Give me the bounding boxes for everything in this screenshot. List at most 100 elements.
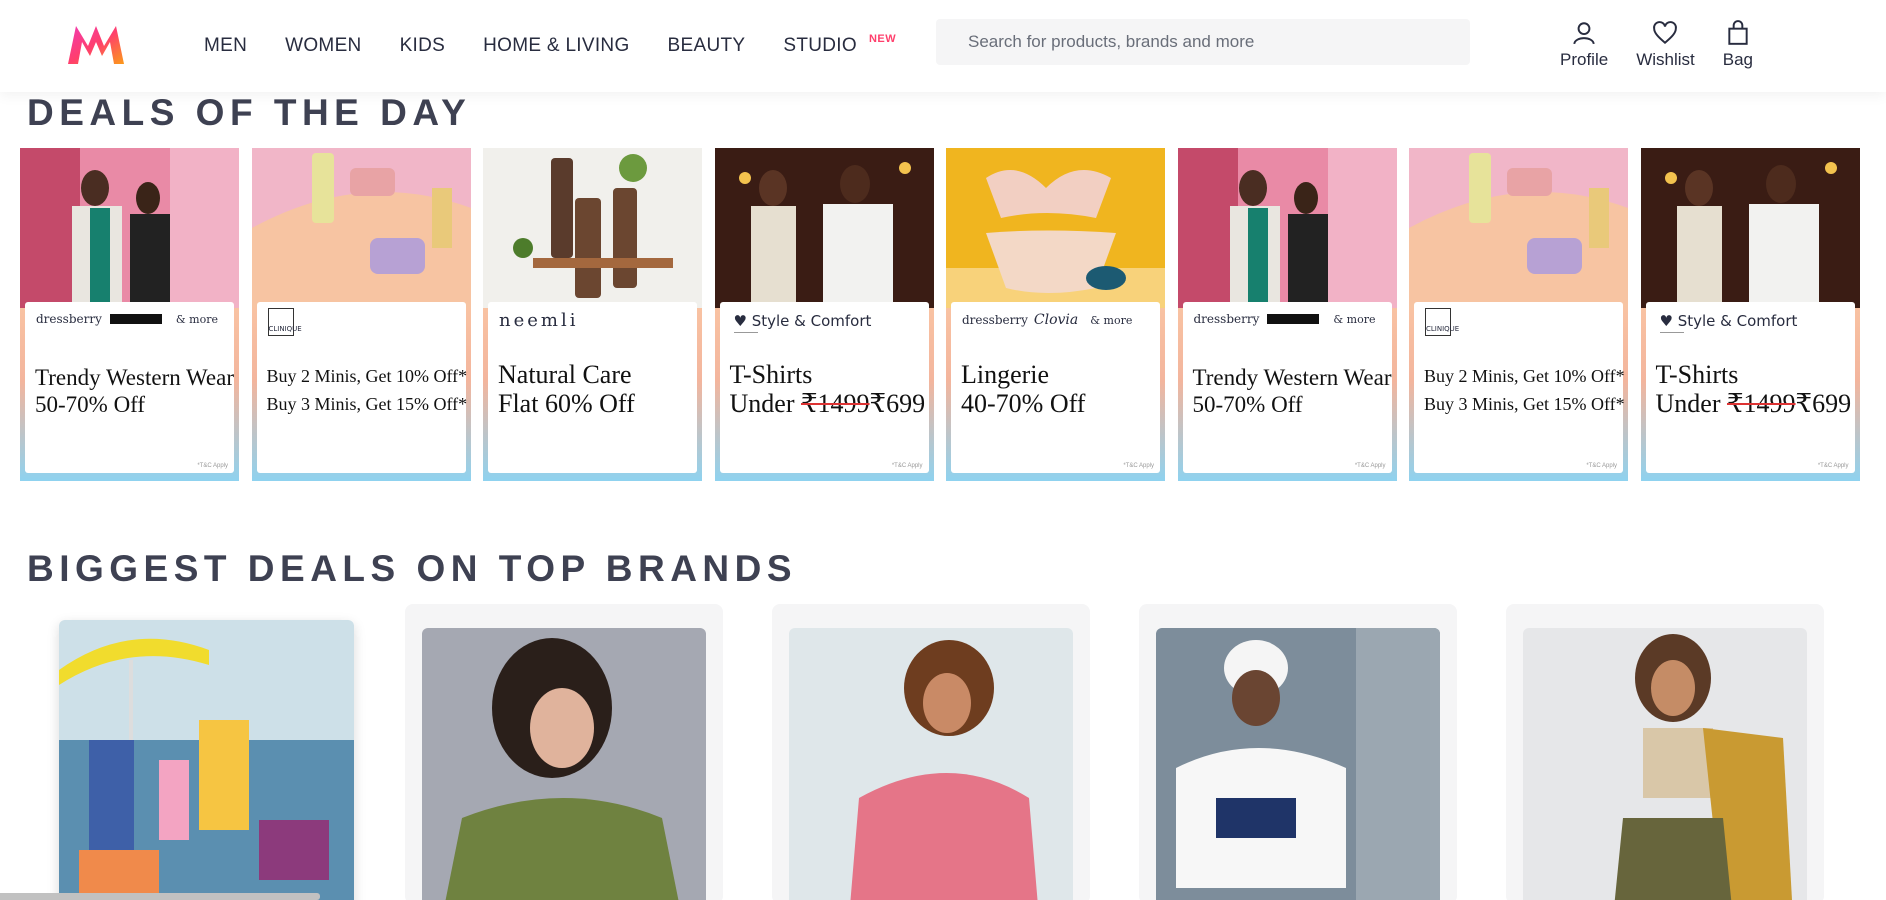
deal-card[interactable]: CLINIQUE Buy 2 Minis, Get 10% Off* Buy 3 … <box>1409 148 1628 481</box>
deal-image <box>1177 148 1397 308</box>
deal-info: dressberry & more Trendy Western Wear 50-7… <box>1182 302 1392 473</box>
brand-name: dressberry <box>962 313 1028 327</box>
new-badge: NEW <box>868 33 897 45</box>
style-comfort-label: Style & Comfort <box>1677 312 1798 330</box>
deals-row: dressberry & more Trendy Western Wear 50-7… <box>20 148 1872 481</box>
deal-offer: Lingerie 40-70% Off <box>961 360 1085 418</box>
main-nav: MEN WOMEN KIDS HOME & LIVING BEAUTY STUD… <box>204 0 896 92</box>
deal-image <box>1409 148 1628 308</box>
brand-name: dressberry <box>1193 312 1260 326</box>
clinique-logo: CLINIQUE <box>1425 308 1459 336</box>
wishlist-button[interactable]: Wishlist <box>1636 20 1695 70</box>
deal-info: dressberry Clovia & more Lingerie 40-70% Of… <box>951 302 1160 473</box>
brand-deal-card[interactable] <box>1506 604 1824 900</box>
brands-row <box>38 604 1873 900</box>
offer-line-2: Flat 60% Off <box>498 389 635 418</box>
deal-offer: Trendy Western Wear 50-70% Off <box>1193 364 1392 418</box>
deal-offer: Natural Care Flat 60% Off <box>498 360 635 418</box>
deal-offer: Buy 2 Minis, Get 10% Off* Buy 3 Minis, Ge… <box>1424 362 1625 418</box>
original-price: ₹1499 <box>1726 389 1796 418</box>
offer-line-2: 50-70% Off <box>1192 392 1303 417</box>
nav-studio[interactable]: STUDIO NEW <box>783 33 895 57</box>
deal-card[interactable]: CLINIQUE Buy 2 Minis, Get 10% Off* Buy 3 … <box>251 148 471 481</box>
brands-section-title: BIGGEST DEALS ON TOP BRANDS <box>27 548 798 589</box>
nav-women[interactable]: WOMEN <box>285 35 361 57</box>
offer-line-2: 50-70% Off <box>35 392 146 417</box>
profile-label: Profile <box>1560 50 1609 69</box>
nav-studio-label: STUDIO <box>783 35 857 56</box>
partner-brand-logo <box>1267 314 1320 324</box>
horizontal-scrollbar[interactable] <box>0 893 320 900</box>
brand-deal-image <box>1156 628 1440 900</box>
heart-icon: ♥ <box>733 312 747 330</box>
deals-section-title: DEALS OF THE DAY <box>27 92 472 133</box>
deal-card[interactable]: neemli Natural Care Flat 60% Off <box>483 148 702 481</box>
search-input[interactable]: Search for products, brands and more <box>936 19 1470 65</box>
clinique-logo: CLINIQUE <box>267 308 302 336</box>
tnc-note: *T&C Apply <box>197 463 228 469</box>
nav-beauty[interactable]: BEAUTY <box>668 35 746 57</box>
myntra-logo[interactable] <box>66 22 126 66</box>
deal-offer: T-Shirts Under ₹1499₹699 <box>1656 360 1852 418</box>
offer-line-1: Natural Care <box>498 360 632 389</box>
profile-button[interactable]: Profile <box>1560 20 1608 70</box>
brand-deal-image <box>789 628 1073 900</box>
bag-label: Bag <box>1722 50 1753 69</box>
deal-brand: dressberry & more <box>36 312 218 326</box>
heart-icon <box>1653 21 1678 45</box>
offer-line-1: T-Shirts <box>729 360 813 389</box>
top-header: MEN WOMEN KIDS HOME & LIVING BEAUTY STUD… <box>0 0 1886 92</box>
deal-card[interactable]: dressberry & more Trendy Western Wear 50-7… <box>20 148 239 481</box>
deal-info: CLINIQUE Buy 2 Minis, Get 10% Off* Buy 3 … <box>256 302 468 473</box>
bag-button[interactable]: Bag <box>1723 20 1753 70</box>
deal-info: CLINIQUE Buy 2 Minis, Get 10% Off* Buy 3 … <box>1414 302 1625 473</box>
offer-line-1: Trendy Western Wear <box>1192 365 1392 390</box>
style-comfort-label: Style & Comfort <box>751 312 872 330</box>
style-comfort-tag: ♥ Style & Comfort <box>1659 312 1798 333</box>
wishlist-label: Wishlist <box>1636 50 1695 69</box>
deal-offer: T-Shirts Under ₹1499₹699 <box>730 360 926 418</box>
deal-brand: dressberry Clovia & more <box>962 312 1132 328</box>
brand-deal-card[interactable] <box>772 604 1090 900</box>
deal-card[interactable]: ♥ Style & Comfort T-Shirts Under ₹1499₹69… <box>1640 148 1860 481</box>
deal-offer: Buy 2 Minis, Get 10% Off* Buy 3 Minis, Ge… <box>267 362 468 418</box>
offer-line-2: Buy 3 Minis, Get 15% Off* <box>1424 394 1625 414</box>
deal-brand: dressberry & more <box>1194 312 1376 326</box>
deal-image <box>20 148 239 308</box>
tnc-note: *T&C Apply <box>1354 463 1386 469</box>
nav-kids[interactable]: KIDS <box>400 35 446 57</box>
tnc-note: *T&C Apply <box>1586 463 1617 469</box>
heart-icon: ♥ <box>1659 312 1673 330</box>
deal-image <box>483 148 702 308</box>
tnc-note: *T&C Apply <box>891 463 923 469</box>
deal-card[interactable]: dressberry Clovia & more Lingerie 40-70% Of… <box>946 148 1165 481</box>
brand-deal-image <box>1523 628 1807 900</box>
brand-deal-card[interactable] <box>405 604 723 900</box>
deal-image <box>714 148 934 308</box>
offer-line-1: Trendy Western Wear <box>35 365 235 390</box>
offer-line-1: Lingerie <box>961 360 1050 389</box>
deal-card[interactable]: dressberry & more Trendy Western Wear 50-7… <box>1177 148 1397 481</box>
brand-deal-card[interactable] <box>1139 604 1457 900</box>
brand-deal-image <box>59 620 354 900</box>
tnc-note: *T&C Apply <box>1123 463 1154 469</box>
offer-line-2: Buy 3 Minis, Get 15% Off* <box>266 394 468 414</box>
offer-prefix: Under <box>1655 389 1727 418</box>
partner-brand-name: Clovia <box>1033 312 1079 328</box>
search-placeholder: Search for products, brands and more <box>968 32 1255 51</box>
tnc-note: *T&C Apply <box>1817 463 1849 469</box>
nav-men[interactable]: MEN <box>204 35 247 57</box>
offer-line-2: 40-70% Off <box>961 389 1086 418</box>
deal-info: ♥ Style & Comfort T-Shirts Under ₹1499₹69… <box>719 302 929 473</box>
deal-card[interactable]: ♥ Style & Comfort T-Shirts Under ₹1499₹69… <box>714 148 934 481</box>
original-price: ₹1499 <box>800 389 870 418</box>
brand-deal-card[interactable] <box>38 604 356 900</box>
deal-info: dressberry & more Trendy Western Wear 50-7… <box>25 302 234 473</box>
brand-name: dressberry <box>36 312 102 326</box>
nav-home-living[interactable]: HOME & LIVING <box>483 35 629 57</box>
deal-info: neemli Natural Care Flat 60% Off <box>488 302 697 473</box>
bag-icon <box>1728 20 1748 45</box>
brand-extra: & more <box>1333 312 1376 326</box>
offer-line-1: Buy 2 Minis, Get 10% Off* <box>266 366 468 386</box>
partner-brand-logo <box>109 314 162 324</box>
